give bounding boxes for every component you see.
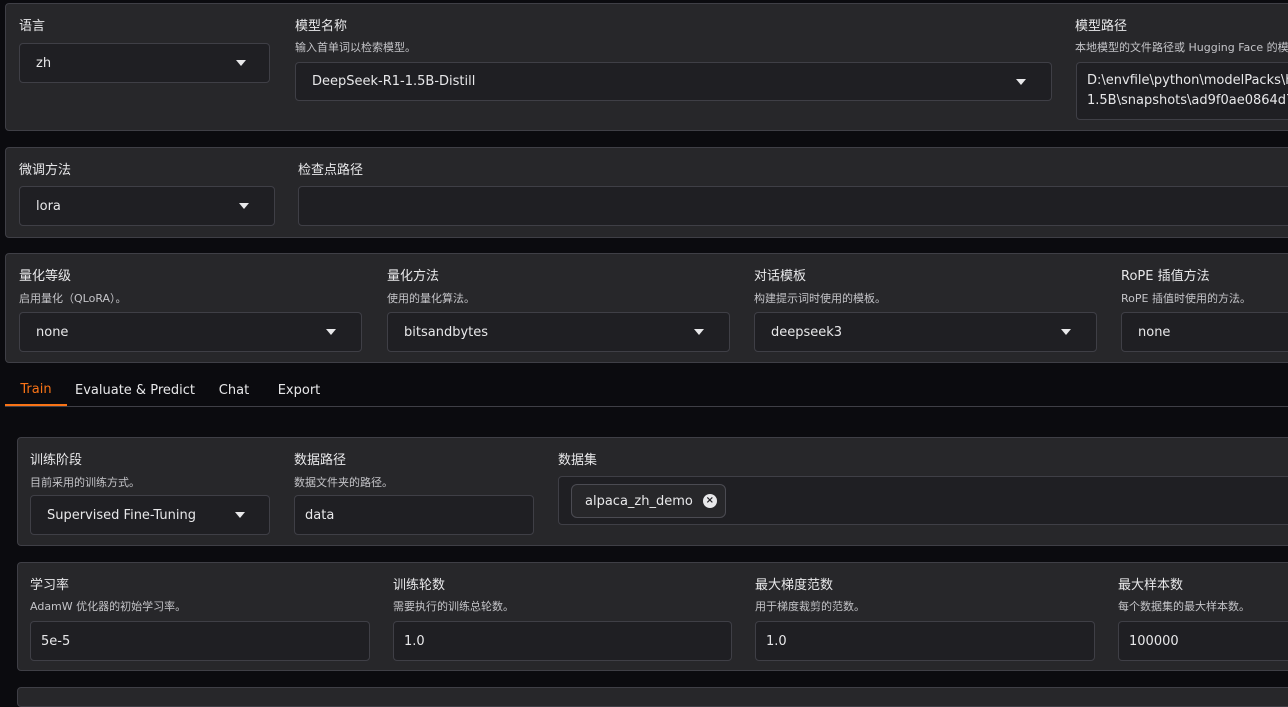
- epochs-info: 需要执行的训练总轮数。: [393, 600, 514, 613]
- finetune-method-value: lora: [36, 198, 61, 214]
- model-name-dropdown[interactable]: DeepSeek-R1-1.5B-Distill: [295, 62, 1052, 101]
- tab-evaluate-predict[interactable]: Evaluate & Predict: [75, 374, 195, 406]
- checkpoint-path-label: 检查点路径: [298, 163, 364, 178]
- chevron-down-icon: [326, 329, 336, 335]
- chevron-down-icon: [236, 60, 246, 66]
- finetune-method-label: 微调方法: [19, 163, 72, 178]
- max-grad-norm-info: 用于梯度裁剪的范数。: [755, 600, 865, 613]
- language-dropdown[interactable]: zh: [19, 43, 270, 83]
- epochs-input[interactable]: 1.0: [393, 621, 732, 661]
- chevron-down-icon: [694, 329, 704, 335]
- model-path-input[interactable]: D:\envfile\python\modelPacks\hug 1.5B\sn…: [1076, 62, 1288, 120]
- quant-bit-value: none: [36, 324, 69, 340]
- quant-bit-info: 启用量化（QLoRA）。: [19, 292, 127, 305]
- train-stage-info: 目前采用的训练方式。: [30, 476, 140, 489]
- finetune-panel: 微调方法 lora 检查点路径: [5, 147, 1288, 238]
- train-stage-value: Supervised Fine-Tuning: [47, 507, 196, 523]
- quantization-panel: 量化等级 启用量化（QLoRA）。 none 量化方法 使用的量化算法。 bit…: [5, 253, 1288, 363]
- template-info: 构建提示词时使用的模板。: [754, 292, 886, 305]
- finetune-method-dropdown[interactable]: lora: [19, 186, 275, 226]
- remove-icon[interactable]: ×: [702, 494, 717, 508]
- rope-label: RoPE 插值方法: [1121, 269, 1210, 284]
- learning-rate-label: 学习率: [30, 578, 70, 593]
- max-grad-norm-input[interactable]: 1.0: [755, 621, 1095, 661]
- dataset-dir-info: 数据文件夹的路径。: [294, 476, 393, 489]
- train-stage-panel: 训练阶段 目前采用的训练方式。 Supervised Fine-Tuning 数…: [17, 437, 1288, 546]
- train-stage-label: 训练阶段: [30, 453, 83, 468]
- template-label: 对话模板: [754, 269, 807, 284]
- learning-rate-input[interactable]: 5e-5: [30, 621, 370, 661]
- model-name-info: 输入首单词以检索模型。: [295, 41, 416, 54]
- quant-method-label: 量化方法: [387, 269, 440, 284]
- model-path-label: 模型路径: [1075, 19, 1128, 34]
- dataset-chip-label: alpaca_zh_demo: [585, 493, 693, 509]
- model-path-line-2: 1.5B\snapshots\ad9f0ae0864d7fbc: [1087, 93, 1288, 108]
- chevron-down-icon: [1016, 78, 1026, 85]
- dataset-multiselect[interactable]: alpaca_zh_demo ×: [558, 476, 1288, 525]
- max-samples-input[interactable]: 100000: [1118, 621, 1288, 661]
- dataset-chip: alpaca_zh_demo ×: [571, 484, 726, 518]
- dataset-dir-input[interactable]: data: [294, 495, 534, 535]
- tab-export[interactable]: Export: [271, 374, 327, 406]
- epochs-label: 训练轮数: [393, 578, 446, 593]
- model-name-value: DeepSeek-R1-1.5B-Distill: [312, 74, 476, 89]
- rope-value: none: [1138, 324, 1171, 340]
- dataset-label: 数据集: [558, 453, 598, 468]
- chevron-down-icon: [235, 512, 245, 518]
- max-samples-label: 最大样本数: [1118, 578, 1184, 593]
- max-grad-norm-value: 1.0: [766, 633, 787, 649]
- hyperparams-panel: 学习率 AdamW 优化器的初始学习率。 5e-5 训练轮数 需要执行的训练总轮…: [17, 562, 1288, 671]
- language-label: 语言: [19, 19, 46, 34]
- max-samples-value: 100000: [1129, 633, 1179, 649]
- main-tabs: Train Evaluate & Predict Chat Export: [5, 374, 1288, 407]
- max-grad-norm-label: 最大梯度范数: [755, 578, 834, 593]
- model-path-line-1: D:\envfile\python\modelPacks\hug: [1087, 73, 1288, 88]
- rope-info: RoPE 插值时使用的方法。: [1121, 292, 1251, 305]
- epochs-value: 1.0: [404, 633, 425, 649]
- checkpoint-path-input[interactable]: [298, 186, 1288, 226]
- model-path-info: 本地模型的文件路径或 Hugging Face 的模: [1075, 41, 1288, 54]
- quant-bit-label: 量化等级: [19, 269, 72, 284]
- dataset-dir-value: data: [305, 507, 335, 523]
- language-value: zh: [36, 55, 52, 71]
- quant-method-info: 使用的量化算法。: [387, 292, 475, 305]
- tab-train[interactable]: Train: [5, 374, 67, 406]
- train-stage-dropdown[interactable]: Supervised Fine-Tuning: [30, 495, 270, 535]
- quant-method-dropdown[interactable]: bitsandbytes: [387, 312, 730, 352]
- learning-rate-value: 5e-5: [41, 633, 71, 649]
- tab-chat[interactable]: Chat: [210, 374, 258, 406]
- template-dropdown[interactable]: deepseek3: [754, 312, 1097, 352]
- dataset-dir-label: 数据路径: [294, 453, 347, 468]
- rope-dropdown[interactable]: none: [1121, 312, 1288, 352]
- chevron-down-icon: [239, 203, 249, 209]
- template-value: deepseek3: [771, 324, 843, 340]
- next-settings-panel: [17, 687, 1288, 707]
- model-settings-panel: 语言 zh 模型名称 输入首单词以检索模型。 DeepSeek-R1-1.5B-…: [5, 3, 1288, 131]
- learning-rate-info: AdamW 优化器的初始学习率。: [30, 600, 187, 613]
- model-name-label: 模型名称: [295, 19, 348, 34]
- quant-bit-dropdown[interactable]: none: [19, 312, 362, 352]
- max-samples-info: 每个数据集的最大样本数。: [1118, 600, 1250, 613]
- chevron-down-icon: [1061, 329, 1071, 335]
- quant-method-value: bitsandbytes: [404, 324, 489, 340]
